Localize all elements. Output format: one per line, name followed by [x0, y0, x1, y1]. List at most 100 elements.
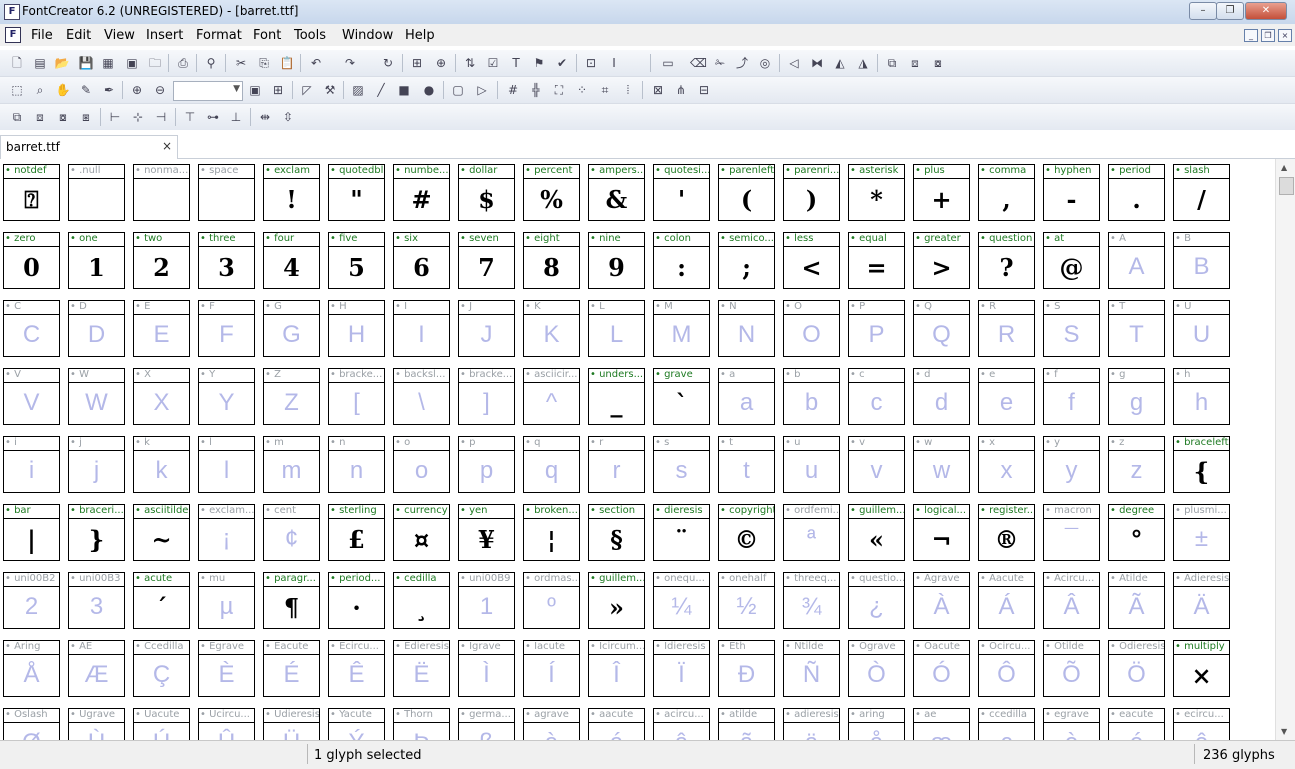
glyph-cell[interactable]: • kk	[133, 436, 190, 493]
glyph-cell[interactable]: • BB	[1173, 232, 1230, 289]
glyph-cell[interactable]: • exclam... ¡	[198, 504, 255, 561]
glyph-cell[interactable]: • Adieresis Ä	[1173, 572, 1230, 629]
distribute-vertical-icon[interactable]: ⇳	[280, 109, 296, 125]
align-center-icon[interactable]: ⊹	[130, 109, 146, 125]
bounding-box-icon[interactable]: ⛶	[551, 82, 567, 98]
fit-icon[interactable]: ▣	[247, 82, 263, 98]
glyph-cell[interactable]: • onequ... ¼	[653, 572, 710, 629]
glyph-cell[interactable]: • guillem... «	[848, 504, 905, 561]
glyph-cell[interactable]: • mm	[263, 436, 320, 493]
glyph-cell[interactable]: • two 2	[133, 232, 190, 289]
glyph-cell[interactable]: • SS	[1043, 300, 1100, 357]
glyph-cell[interactable]: • rr	[588, 436, 645, 493]
glyph-cell[interactable]: • CC	[3, 300, 60, 357]
properties-icon[interactable]: ▭	[660, 55, 676, 71]
glyph-cell[interactable]: • currency ¤	[393, 504, 450, 561]
scroll-down-icon[interactable]: ▼	[1281, 727, 1287, 736]
glyph-cell[interactable]: • braceri...}	[68, 504, 125, 561]
add-glyph-icon[interactable]: ⊞	[409, 55, 425, 71]
scroll-up-icon[interactable]: ▲	[1281, 163, 1287, 172]
glyph-cell[interactable]: • UU	[1173, 300, 1230, 357]
glyph-cell[interactable]: • Odieresis Ö	[1108, 640, 1165, 697]
glyph-cell[interactable]: • equal =	[848, 232, 905, 289]
rotate-icon[interactable]: ◮	[855, 55, 871, 71]
metrics-icon[interactable]: ⦙	[620, 82, 636, 98]
glyph-cell[interactable]: • colon:	[653, 232, 710, 289]
glyph-cell[interactable]: • sterling £	[328, 504, 385, 561]
glyph-cell[interactable]: • aa	[718, 368, 775, 425]
glyph-cell[interactable]: • register... ®	[978, 504, 1035, 561]
glyph-cell[interactable]: • onehalf ½	[718, 572, 775, 629]
glyph-cell[interactable]: • plus +	[913, 164, 970, 221]
glyph-cell[interactable]: • six 6	[393, 232, 450, 289]
glyph-cell[interactable]: • YY	[198, 368, 255, 425]
glyph-cell[interactable]: • nine 9	[588, 232, 645, 289]
glyph-cell[interactable]: • greater >	[913, 232, 970, 289]
glyph-cell[interactable]: • broken... ¦	[523, 504, 580, 561]
new-file-icon[interactable]: 🗋	[9, 55, 25, 71]
glyph-cell[interactable]: • atildeã	[718, 708, 775, 740]
glyph-cell[interactable]: • oo	[393, 436, 450, 493]
select-icon[interactable]: ⬚	[9, 82, 25, 98]
maximize-button[interactable]: ❐	[1216, 2, 1244, 20]
vertical-scrollbar[interactable]: ▲ ▼	[1275, 159, 1295, 740]
menu-tools[interactable]: Tools	[294, 28, 326, 43]
glyph-cell[interactable]: • period... ·	[328, 572, 385, 629]
chevron-down-icon[interactable]: ▼	[233, 84, 240, 94]
glyph-cell[interactable]: • quotedbl "	[328, 164, 385, 221]
glyph-cell[interactable]: • aeæ	[913, 708, 970, 740]
undo-icon[interactable]: ↶	[308, 55, 324, 71]
glyph-cell[interactable]: • ee	[978, 368, 1035, 425]
glyph-cell[interactable]: • ampers... &	[588, 164, 645, 221]
contour-icon[interactable]: ⌗	[597, 82, 613, 98]
glyph-cell[interactable]: • threeq... ¾	[783, 572, 840, 629]
glyph-cell[interactable]: • cedilla ¸	[393, 572, 450, 629]
glyph-cell[interactable]: • four 4	[263, 232, 320, 289]
glyph-cell[interactable]: • three 3	[198, 232, 255, 289]
mdi-restore-button[interactable]: ❐	[1261, 29, 1275, 42]
glyph-cell[interactable]: • one 1	[68, 232, 125, 289]
mdi-close-button[interactable]: ×	[1278, 29, 1292, 42]
glyph-cell[interactable]: • acircu...â	[653, 708, 710, 740]
intersect-icon[interactable]: ⧇	[930, 55, 946, 71]
glyph-cell[interactable]: • .null	[68, 164, 125, 221]
glyph-cell[interactable]: • gg	[1108, 368, 1165, 425]
glyph-cell[interactable]: • hyphen -	[1043, 164, 1100, 221]
glyph-cell[interactable]: • zero 0	[3, 232, 60, 289]
glyph-cell[interactable]: • uni00B9 1	[458, 572, 515, 629]
glyph-cell[interactable]: • xx	[978, 436, 1035, 493]
glyph-cell[interactable]: • comma,	[978, 164, 1035, 221]
close-button[interactable]: ✕	[1245, 2, 1287, 20]
zoom-combo[interactable]: ▼	[173, 81, 243, 101]
rectangle-icon[interactable]: ■	[396, 82, 412, 98]
text-icon[interactable]: T	[508, 55, 524, 71]
hand-icon[interactable]: ✋	[55, 82, 71, 98]
edit-points-icon[interactable]: ✎	[78, 82, 94, 98]
glyph-cell[interactable]: • eight 8	[523, 232, 580, 289]
glyph-cell[interactable]: • aacuteá	[588, 708, 645, 740]
nodes-icon[interactable]: ⁘	[574, 82, 590, 98]
align-right-icon[interactable]: ⊣	[153, 109, 169, 125]
minimize-button[interactable]: –	[1189, 2, 1217, 20]
glyph-cell[interactable]: • Eacute É	[263, 640, 320, 697]
export-icon[interactable]: ▣	[124, 55, 140, 71]
save-all-icon[interactable]: ▦	[100, 55, 116, 71]
scroll-thumb[interactable]	[1279, 177, 1294, 195]
menu-format[interactable]: Format	[196, 28, 242, 43]
glyph-cell[interactable]: • Agrave À	[913, 572, 970, 629]
glyph-cell[interactable]: • TT	[1108, 300, 1165, 357]
glyph-cell[interactable]: • nn	[328, 436, 385, 493]
glyph-cell[interactable]: • bracke...]	[458, 368, 515, 425]
round-icon[interactable]: ◎	[757, 55, 773, 71]
glyph-cell[interactable]: • Iacute Í	[523, 640, 580, 697]
glyph-cell[interactable]: • quotesi... '	[653, 164, 710, 221]
glyph-cell[interactable]: • Acircu... Â	[1043, 572, 1100, 629]
glyph-cell[interactable]: • Ntilde Ñ	[783, 640, 840, 697]
glyph-cell[interactable]: • AE Æ	[68, 640, 125, 697]
glyph-cell[interactable]: • ii	[3, 436, 60, 493]
document-icon[interactable]: F	[5, 27, 21, 43]
redo-icon[interactable]: ↷	[342, 55, 358, 71]
find-icon[interactable]: ⚲	[203, 55, 219, 71]
tree-icon[interactable]: ⋔	[673, 82, 689, 98]
guides-icon[interactable]: ╬	[528, 82, 544, 98]
